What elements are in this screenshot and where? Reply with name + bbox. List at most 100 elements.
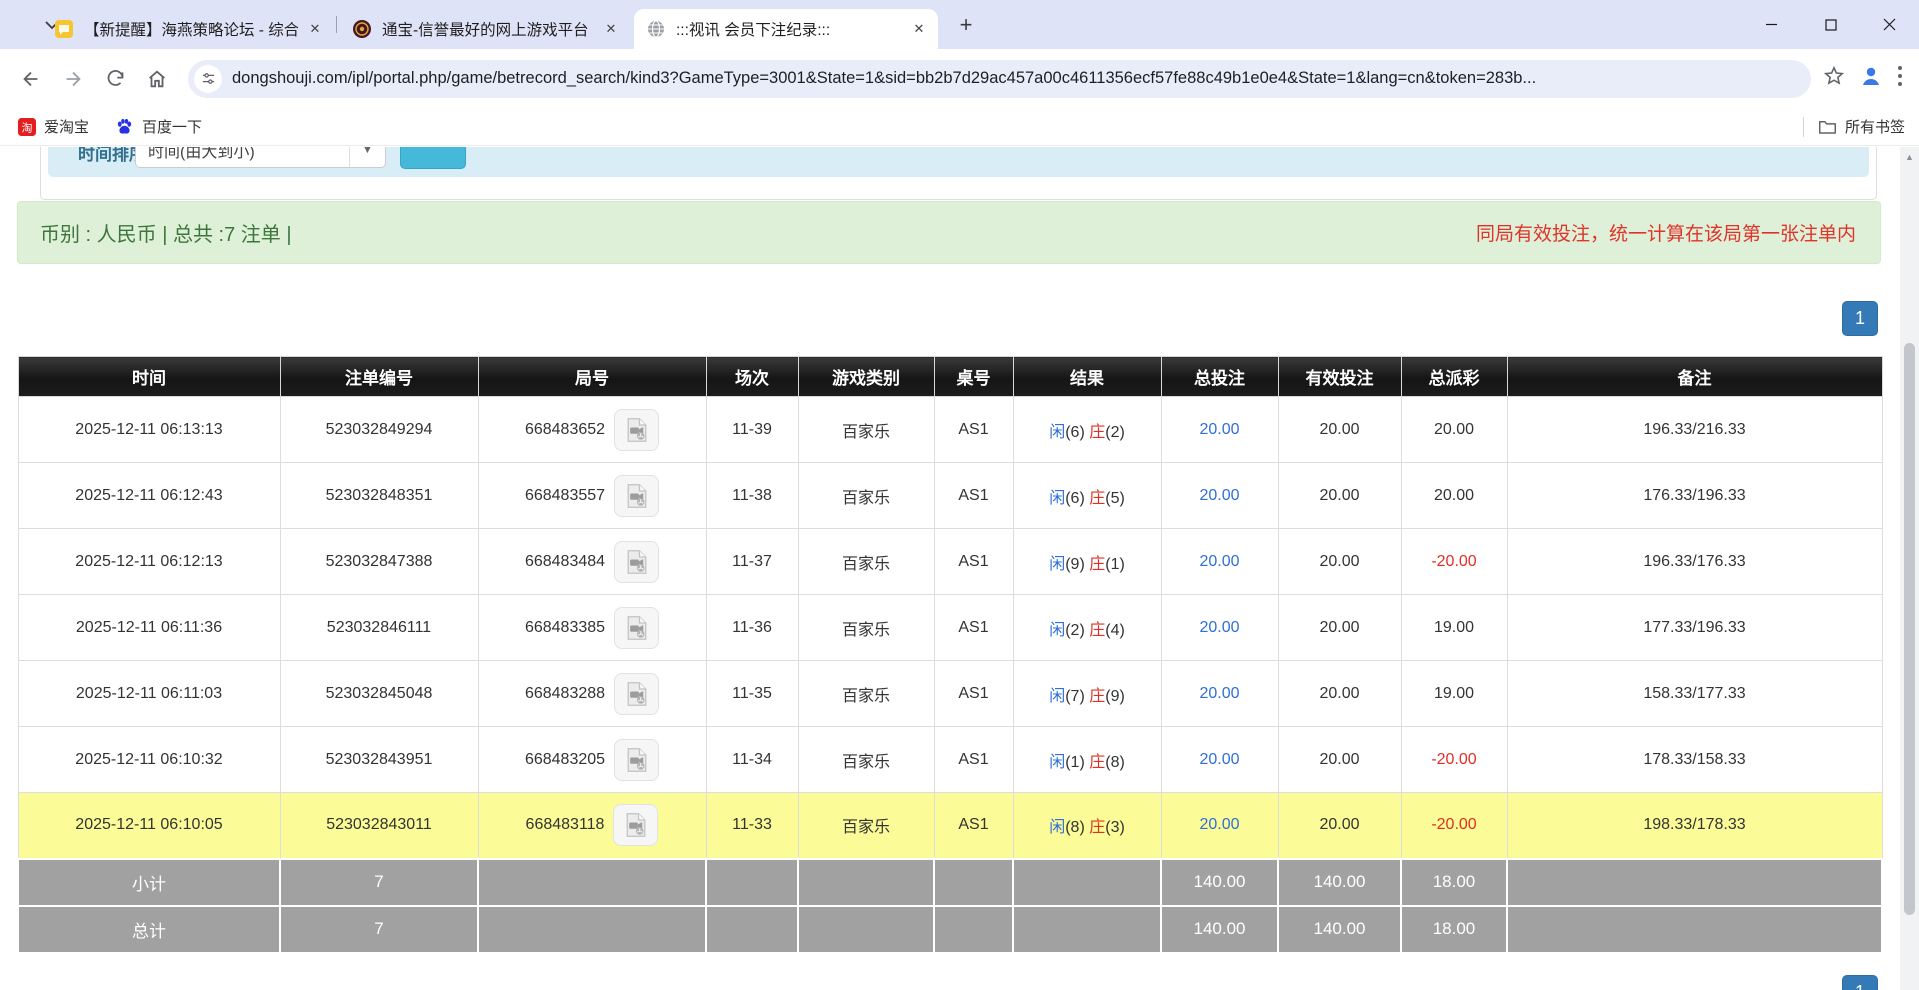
page-scrollbar[interactable]: ▲ <box>1900 147 1919 990</box>
browser-toolbar: dongshouji.com/ipl/portal.php/game/betre… <box>0 49 1919 108</box>
url-text[interactable]: dongshouji.com/ipl/portal.php/game/betre… <box>232 69 1536 88</box>
video-replay-button[interactable] <box>614 607 659 649</box>
round-number: 668483385 <box>525 619 605 636</box>
tab-close-icon[interactable]: ✕ <box>910 20 928 38</box>
bet-time: 2025-12-11 06:13:13 <box>18 397 280 463</box>
total-bet[interactable]: 20.00 <box>1161 397 1278 463</box>
table-number: AS1 <box>934 529 1013 595</box>
payout: -20.00 <box>1401 529 1507 595</box>
table-number: AS1 <box>934 661 1013 727</box>
tab-haiyan-forum[interactable]: 【新提醒】海燕策略论坛 - 综合 ✕ <box>42 9 334 49</box>
header-table-number: 桌号 <box>934 357 1013 397</box>
svg-text:淘: 淘 <box>22 121 33 134</box>
remark: 158.33/177.33 <box>1507 661 1882 727</box>
round-id-cell: 668483652 <box>478 397 706 463</box>
minimize-button[interactable] <box>1742 0 1801 49</box>
video-replay-button[interactable] <box>614 475 659 517</box>
video-replay-button[interactable] <box>614 409 659 451</box>
result-cell: 闲(9) 庄(1) <box>1013 529 1161 595</box>
player-points: (6) <box>1065 424 1089 441</box>
empty-cell <box>798 859 934 906</box>
tab-bet-record[interactable]: :::视讯 会员下注纪录::: ✕ <box>634 9 938 49</box>
total-bet[interactable]: 20.00 <box>1161 727 1278 793</box>
video-replay-icon <box>622 613 652 643</box>
valid-bet: 20.00 <box>1278 727 1401 793</box>
reload-icon[interactable] <box>98 62 132 96</box>
banker-points: (9) <box>1105 688 1125 705</box>
scrollbar-thumb[interactable] <box>1904 343 1915 915</box>
new-tab-button[interactable]: + <box>952 12 980 38</box>
table-row: 2025-12-11 06:10:05523032843011668483118… <box>18 793 1882 859</box>
table-row: 2025-12-11 06:13:13523032849294668483652… <box>18 397 1882 463</box>
forward-icon[interactable] <box>56 62 90 96</box>
video-replay-button[interactable] <box>613 804 658 846</box>
valid-bet: 20.00 <box>1278 595 1401 661</box>
game-type: 百家乐 <box>798 793 934 859</box>
video-replay-button[interactable] <box>614 541 659 583</box>
empty-cell <box>706 906 798 953</box>
total-bet[interactable]: 20.00 <box>1161 793 1278 859</box>
player-label: 闲 <box>1049 556 1065 573</box>
round-id-cell: 668483557 <box>478 463 706 529</box>
home-icon[interactable] <box>140 62 174 96</box>
player-points: (8) <box>1065 819 1089 836</box>
banker-points: (8) <box>1105 754 1125 771</box>
bookmark-star-icon[interactable] <box>1823 65 1845 92</box>
maximize-button[interactable] <box>1801 0 1860 49</box>
bookmark-baidu[interactable]: 百度一下 <box>115 116 202 137</box>
sort-select-value: 时间(由大到小) <box>148 147 255 162</box>
valid-bet: 20.00 <box>1278 661 1401 727</box>
bet-time: 2025-12-11 06:12:13 <box>18 529 280 595</box>
site-info-icon[interactable] <box>194 65 222 93</box>
table-row: 2025-12-11 06:12:13523032847388668483484… <box>18 529 1882 595</box>
back-icon[interactable] <box>14 62 48 96</box>
page-button-1-bottom[interactable]: 1 <box>1842 975 1878 990</box>
player-points: (7) <box>1065 688 1089 705</box>
video-replay-icon <box>622 679 652 709</box>
bookmark-aitaobao[interactable]: 淘 爱淘宝 <box>18 116 89 137</box>
banker-label: 庄 <box>1089 622 1105 639</box>
sort-select[interactable]: 时间(由大到小) ▼ <box>135 147 386 168</box>
video-replay-button[interactable] <box>614 673 659 715</box>
tab-tongbao[interactable]: 通宝-信誉最好的网上游戏平台 ✕ <box>340 9 630 49</box>
session: 11-38 <box>706 463 798 529</box>
header-payout: 总派彩 <box>1401 357 1507 397</box>
table-number: AS1 <box>934 793 1013 859</box>
menu-dots-icon[interactable] <box>1897 65 1903 92</box>
empty-cell <box>1507 859 1882 906</box>
game-type: 百家乐 <box>798 397 934 463</box>
banker-label: 庄 <box>1089 424 1105 441</box>
banker-points: (3) <box>1105 819 1125 836</box>
folder-icon <box>1818 118 1837 135</box>
tab-close-icon[interactable]: ✕ <box>602 20 620 38</box>
video-replay-button[interactable] <box>614 739 659 781</box>
payout: -20.00 <box>1401 727 1507 793</box>
url-bar[interactable]: dongshouji.com/ipl/portal.php/game/betre… <box>188 60 1811 98</box>
player-points: (6) <box>1065 490 1089 507</box>
forum-favicon <box>54 19 74 39</box>
filter-panel: 时间排序: 时间(由大到小) ▼ <box>48 147 1869 177</box>
tab-close-icon[interactable]: ✕ <box>306 20 324 38</box>
result-cell: 闲(6) 庄(2) <box>1013 397 1161 463</box>
search-button[interactable] <box>400 147 466 169</box>
video-replay-icon <box>622 547 652 577</box>
session: 11-36 <box>706 595 798 661</box>
empty-cell <box>1013 859 1161 906</box>
player-points: (2) <box>1065 622 1089 639</box>
payout: 20.00 <box>1401 463 1507 529</box>
close-window-button[interactable] <box>1860 0 1919 49</box>
total-bet[interactable]: 20.00 <box>1161 529 1278 595</box>
tab-bar: 【新提醒】海燕策略论坛 - 综合 ✕ 通宝-信誉最好的网上游戏平台 ✕ :::视… <box>0 0 1919 49</box>
profile-avatar-icon[interactable] <box>1859 64 1883 93</box>
note-text: 同局有效投注，统一计算在该局第一张注单内 <box>1476 219 1856 246</box>
empty-cell <box>478 906 706 953</box>
page-button-1[interactable]: 1 <box>1842 301 1878 336</box>
scrollbar-up-icon[interactable]: ▲ <box>1900 149 1919 165</box>
all-bookmarks-button[interactable]: 所有书签 <box>1818 116 1905 137</box>
total-bet[interactable]: 20.00 <box>1161 595 1278 661</box>
total-bet[interactable]: 20.00 <box>1161 463 1278 529</box>
globe-favicon <box>646 19 666 39</box>
total-bet[interactable]: 20.00 <box>1161 661 1278 727</box>
bet-id: 523032843011 <box>280 793 478 859</box>
table-number: AS1 <box>934 595 1013 661</box>
